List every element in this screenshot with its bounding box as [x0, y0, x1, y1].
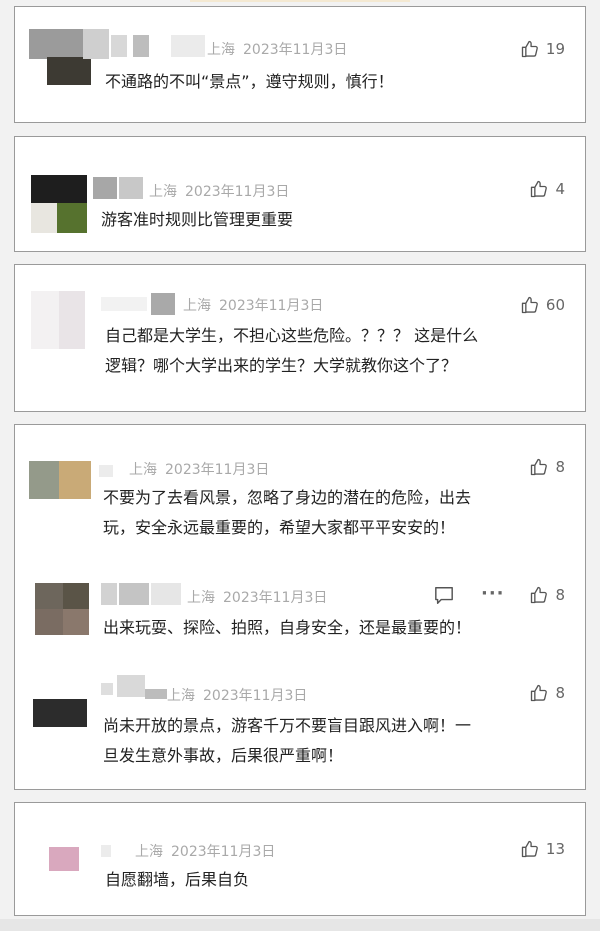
- comment-card: 上海 2023年11月3日 13 自愿翻墙，后果自负: [14, 802, 586, 916]
- comment-icon: [435, 587, 453, 604]
- like-button[interactable]: 8: [529, 457, 565, 477]
- avatar[interactable]: [35, 583, 89, 635]
- avatar[interactable]: [29, 29, 109, 87]
- comment-meta: 上海 2023年11月3日: [129, 459, 269, 479]
- like-count: 13: [545, 840, 565, 858]
- like-button[interactable]: 8: [529, 683, 565, 703]
- username-mask[interactable]: [101, 293, 179, 315]
- comment-date: 2023年11月3日: [243, 42, 348, 58]
- username-mask[interactable]: [111, 35, 207, 57]
- avatar[interactable]: [29, 461, 91, 499]
- comment-card: 上海 2023年11月3日 19 不通路的不叫“景点”，遵守规则，慎行！: [14, 6, 586, 123]
- comment-item: 上海 2023年11月3日 60 自己都是大学生，不担心这些危险。？？？ 这是什么…: [15, 265, 585, 413]
- avatar[interactable]: [45, 841, 85, 877]
- thumbs-up-icon: [521, 40, 538, 58]
- thumbs-up-icon: [531, 586, 548, 604]
- like-count: 4: [555, 180, 565, 198]
- comment-meta: 上海 2023年11月3日: [167, 685, 307, 705]
- comment-text-line: 自己都是大学生，不担心这些危险。？？？ 这是什么: [105, 326, 479, 345]
- comment-text-line: 尚未开放的景点，游客千万不要盲目跟风进入啊！一: [103, 716, 472, 735]
- username-mask[interactable]: [101, 583, 183, 605]
- comment-card: 上海 2023年11月3日 4 游客准时规则比管理更重要: [14, 136, 586, 252]
- like-count: 60: [545, 296, 565, 314]
- username-mask[interactable]: [99, 459, 123, 481]
- comment-meta: 上海 2023年11月3日: [187, 587, 327, 607]
- like-button[interactable]: 60: [520, 295, 565, 315]
- thumbs-up-icon: [531, 458, 548, 476]
- comment-text-line: 玩，安全永远最重要的，希望大家都平平安安的！: [103, 518, 456, 537]
- avatar[interactable]: [31, 291, 85, 349]
- like-button[interactable]: 19: [520, 39, 565, 59]
- comment-item: 上海 2023年11月3日 4 游客准时规则比管理更重要: [15, 137, 585, 253]
- comment-meta: 上海 2023年11月3日: [149, 181, 289, 201]
- avatar[interactable]: [33, 699, 87, 727]
- comment-text: 游客准时规则比管理更重要: [101, 210, 294, 229]
- like-count: 8: [555, 586, 565, 604]
- bottom-edge: [0, 919, 600, 931]
- thumbs-up-icon: [521, 296, 538, 314]
- comment-location: 上海: [183, 298, 211, 314]
- reply-item: 上海 2023年11月3日 8 尚未开放的景点，游客千万不要盲目跟风进入啊！一 旦…: [15, 675, 585, 785]
- comment-item: 上海 2023年11月3日 19 不通路的不叫“景点”，遵守规则，慎行！: [15, 7, 585, 124]
- like-count: 8: [555, 684, 565, 702]
- comment-date: 2023年11月3日: [203, 688, 308, 704]
- reply-item: 上海 2023年11月3日 ··· 8 出来玩耍、探险、拍照，自身安全，还是最重要…: [15, 575, 585, 665]
- like-button[interactable]: 4: [529, 179, 565, 199]
- like-button[interactable]: 8: [529, 585, 565, 605]
- comment-text-line: 旦发生意外事故，后果很严重啊！: [103, 746, 344, 765]
- comment-text-line: 不要为了去看风景，忽略了身边的潜在的危险，出去: [103, 488, 472, 507]
- comment-card: 上海 2023年11月3日 60 自己都是大学生，不担心这些危险。？？？ 这是什么…: [14, 264, 586, 412]
- comment-meta: 上海 2023年11月3日: [183, 295, 323, 315]
- comment-date: 2023年11月3日: [185, 184, 290, 200]
- username-mask[interactable]: [101, 839, 131, 861]
- comment-date: 2023年11月3日: [171, 844, 276, 860]
- comment-meta: 上海 2023年11月3日: [135, 841, 275, 861]
- comment-location: 上海: [207, 42, 235, 58]
- comment-date: 2023年11月3日: [219, 298, 324, 314]
- like-count: 8: [555, 458, 565, 476]
- comment-date: 2023年11月3日: [165, 462, 270, 478]
- thumbs-up-icon: [531, 180, 548, 198]
- comment-text-line: 逻辑？哪个大学出来的学生？大学就教你这个了？: [105, 356, 458, 375]
- comment-item: 上海 2023年11月3日 13 自愿翻墙，后果自负: [15, 803, 585, 917]
- top-accent-line: [190, 0, 410, 2]
- comment-location: 上海: [129, 462, 157, 478]
- thumbs-up-icon: [521, 840, 538, 858]
- username-mask[interactable]: [101, 675, 171, 699]
- comment-meta: 上海 2023年11月3日: [207, 39, 347, 59]
- avatar[interactable]: [31, 175, 93, 233]
- more-icon: ···: [481, 583, 505, 604]
- reply-button[interactable]: [433, 585, 455, 609]
- comment-location: 上海: [187, 590, 215, 606]
- username-mask[interactable]: [93, 177, 145, 199]
- like-count: 19: [545, 40, 565, 58]
- comment-text: 出来玩耍、探险、拍照，自身安全，还是最重要的！: [103, 618, 472, 637]
- comment-date: 2023年11月3日: [223, 590, 328, 606]
- thumbs-up-icon: [531, 684, 548, 702]
- comment-text: 自愿翻墙，后果自负: [105, 870, 250, 889]
- comment-location: 上海: [149, 184, 177, 200]
- comment-location: 上海: [135, 844, 163, 860]
- comment-text: 不通路的不叫“景点”，遵守规则，慎行！: [105, 72, 394, 91]
- comment-location: 上海: [167, 688, 195, 704]
- comment-item: 上海 2023年11月3日 8 不要为了去看风景，忽略了身边的潜在的危险，出去 玩…: [15, 425, 585, 555]
- more-button[interactable]: ···: [481, 583, 505, 604]
- like-button[interactable]: 13: [520, 839, 565, 859]
- comment-card: 上海 2023年11月3日 8 不要为了去看风景，忽略了身边的潜在的危险，出去 玩…: [14, 424, 586, 790]
